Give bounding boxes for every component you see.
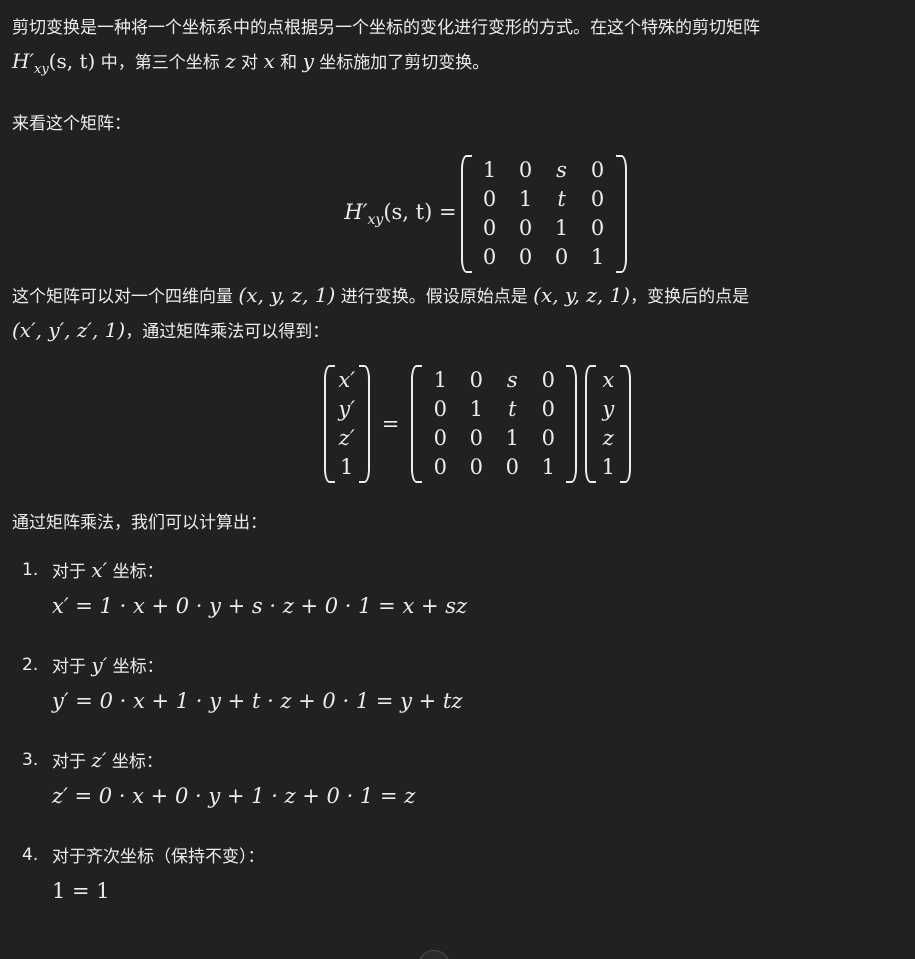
matrix-lhs: H′xy(s, t) = — [344, 199, 457, 229]
list-item: 1. 对于 x′ 坐标： x′ = 1 · x + 0 · y + s · z … — [12, 554, 903, 623]
multiplier-matrix-cell: 0 — [433, 455, 447, 479]
result-vector-entry: y′ — [338, 397, 355, 421]
multiplier-matrix: 10s001t000100001 — [411, 365, 578, 483]
var-z: z — [225, 49, 236, 73]
multiplier-matrix-cell: 0 — [469, 426, 483, 450]
input-vector-entry: x — [602, 368, 615, 392]
input-vector-entry: 1 — [601, 455, 615, 479]
list-item: 3. 对于 z′ 坐标： z′ = 0 · x + 0 · y + 1 · z … — [12, 744, 903, 813]
multiplier-matrix-cell: 0 — [469, 455, 483, 479]
intro-text-3: 对 — [235, 53, 264, 73]
shear-matrix-cell: t — [557, 187, 566, 211]
intro-text-1: 剪切变换是一种将一个坐标系中的点根据另一个坐标的变化进行变形的方式。在这个特殊的… — [12, 18, 760, 38]
right-paren — [615, 155, 627, 273]
shear-matrix-equation: H′xy(s, t) = 10s001t000100001 — [72, 155, 903, 273]
intro-paragraph: 剪切变换是一种将一个坐标系中的点根据另一个坐标的变化进行变形的方式。在这个特殊的… — [12, 12, 903, 86]
multiplier-matrix-cell: 1 — [433, 368, 447, 392]
input-vector-grid: xyz 1 — [596, 365, 620, 483]
multiplier-matrix-grid: 10s001t000100001 — [422, 365, 566, 483]
input-vector: xyz 1 — [585, 365, 632, 483]
look-paragraph: 来看这个矩阵： — [12, 114, 131, 134]
shear-matrix-cell: 1 — [554, 216, 569, 240]
list-item: 2. 对于 y′ 坐标： y′ = 0 · x + 1 · y + t · z … — [12, 649, 903, 718]
shear-matrix-cell: 0 — [482, 216, 497, 240]
intro-text-5: 坐标施加了剪切变换。 — [313, 53, 490, 73]
calc-y: y′ = 0 · x + 1 · y + t · z + 0 · 1 = y +… — [52, 689, 463, 713]
list-item: 4. 对于齐次坐标（保持不变）： 1 = 1 — [12, 839, 903, 908]
shear-matrix-cell: 0 — [482, 187, 497, 211]
shear-matrix-cell: 0 — [554, 245, 569, 269]
result-vector-entry: 1 — [340, 455, 354, 479]
shear-matrix-cell: 0 — [518, 216, 533, 240]
shear-matrix-name: H′xy(s, t) — [12, 49, 96, 77]
transform-paragraph: 这个矩阵可以对一个四维向量 (x, y, z, 1) 进行变换。假设原始点是 (… — [12, 283, 750, 342]
result-vector-entry: z′ — [338, 426, 355, 450]
scroll-down-button[interactable] — [418, 950, 450, 959]
chat-message-content: 剪切变换是一种将一个坐标系中的点根据另一个坐标的变化进行变形的方式。在这个特殊的… — [0, 0, 915, 959]
shear-matrix: 10s001t000100001 — [460, 155, 627, 273]
shear-matrix-cell: 0 — [590, 158, 605, 182]
vector-original-2: (x, y, z, 1) — [533, 283, 631, 307]
calc-homogeneous: 1 = 1 — [52, 879, 110, 903]
input-vector-entry: z — [602, 426, 614, 450]
shear-matrix-cell: 0 — [590, 187, 605, 211]
multiplication-equation: x′ y′ z′ 1 = 10s001t000100001 xyz1 — [52, 363, 903, 485]
var-x: x — [263, 49, 275, 73]
intro-text-2: 中，第三个坐标 — [95, 53, 226, 73]
result-vector: x′ y′ z′ 1 — [323, 365, 370, 483]
multiplier-matrix-cell: t — [508, 397, 517, 421]
result-vector-entry: x′ — [338, 368, 355, 392]
multiplier-matrix-cell: 0 — [505, 455, 519, 479]
calc-x: x′ = 1 · x + 0 · y + s · z + 0 · 1 = x +… — [52, 594, 468, 618]
equals-sign: = — [381, 412, 400, 436]
compute-paragraph: 通过矩阵乘法，我们可以计算出： — [12, 513, 267, 533]
shear-matrix-grid: 10s001t000100001 — [472, 155, 616, 273]
multiplier-matrix-cell: 0 — [469, 368, 483, 392]
input-vector-entry: y — [602, 397, 615, 421]
multiplier-matrix-cell: 1 — [505, 426, 519, 450]
calc-z: z′ = 0 · x + 0 · y + 1 · z + 0 · 1 = z — [52, 784, 416, 808]
vector-original: (x, y, z, 1) — [238, 283, 336, 307]
multiplier-matrix-cell: 0 — [541, 426, 555, 450]
multiplier-matrix-cell: s — [506, 368, 518, 392]
shear-matrix-cell: 0 — [482, 245, 497, 269]
var-y: y — [302, 49, 314, 73]
left-paren — [460, 155, 472, 273]
intro-text-4: 和 — [274, 53, 303, 73]
multiplier-matrix-cell: 0 — [433, 397, 447, 421]
shear-matrix-cell: 1 — [590, 245, 605, 269]
computation-list: 1. 对于 x′ 坐标： x′ = 1 · x + 0 · y + s · z … — [12, 554, 903, 908]
vector-transformed: (x′, y′, z′, 1) — [12, 318, 126, 342]
shear-matrix-cell: 0 — [590, 216, 605, 240]
shear-matrix-cell: 0 — [518, 158, 533, 182]
shear-matrix-cell: 1 — [518, 187, 533, 211]
multiplier-matrix-cell: 1 — [541, 455, 555, 479]
multiplier-matrix-cell: 0 — [541, 397, 555, 421]
shear-matrix-cell: 0 — [518, 245, 533, 269]
shear-matrix-cell: 1 — [482, 158, 497, 182]
shear-matrix-cell: s — [556, 158, 567, 182]
multiplier-matrix-cell: 1 — [469, 397, 483, 421]
multiplier-matrix-cell: 0 — [541, 368, 555, 392]
multiplier-matrix-cell: 0 — [433, 426, 447, 450]
result-vector-grid: x′ y′ z′ 1 — [335, 365, 359, 483]
